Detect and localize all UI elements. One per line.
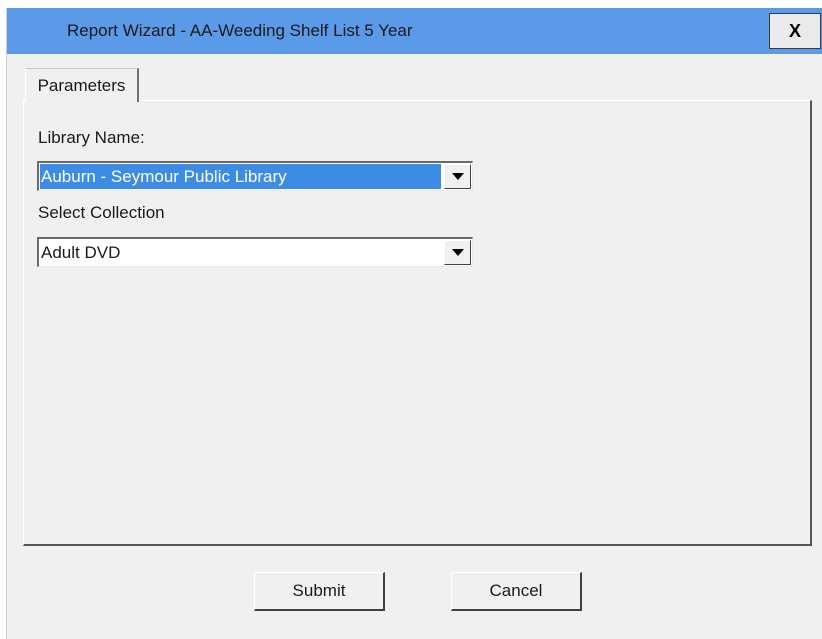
collection-value: Adult DVD (41, 243, 121, 262)
collection-dropdown-button[interactable] (444, 240, 471, 265)
submit-label: Submit (292, 581, 346, 600)
submit-button[interactable]: Submit (254, 572, 385, 611)
library-name-dropdown[interactable]: Auburn - Seymour Public Library (37, 161, 473, 191)
cancel-button[interactable]: Cancel (451, 572, 582, 611)
title-bar[interactable]: Report Wizard - AA-Weeding Shelf List 5 … (7, 8, 822, 54)
close-label: X (788, 20, 801, 41)
chevron-down-icon (451, 249, 464, 256)
cancel-label: Cancel (489, 581, 543, 600)
library-name-value: Auburn - Seymour Public Library (40, 164, 441, 189)
select-collection-label: Select Collection (38, 203, 165, 222)
chevron-down-icon (451, 173, 464, 180)
library-name-label: Library Name: (38, 128, 145, 147)
report-wizard-window: Report Wizard - AA-Weeding Shelf List 5 … (6, 8, 822, 639)
tab-parameters[interactable]: Parameters (25, 68, 139, 102)
parameters-panel: Library Name: Auburn - Seymour Public Li… (23, 100, 812, 546)
tab-parameters-label: Parameters (37, 75, 126, 95)
collection-dropdown[interactable]: Adult DVD (37, 237, 473, 267)
library-dropdown-button[interactable] (444, 164, 471, 189)
close-button[interactable]: X (769, 13, 821, 49)
window-title: Report Wizard - AA-Weeding Shelf List 5 … (67, 21, 413, 40)
